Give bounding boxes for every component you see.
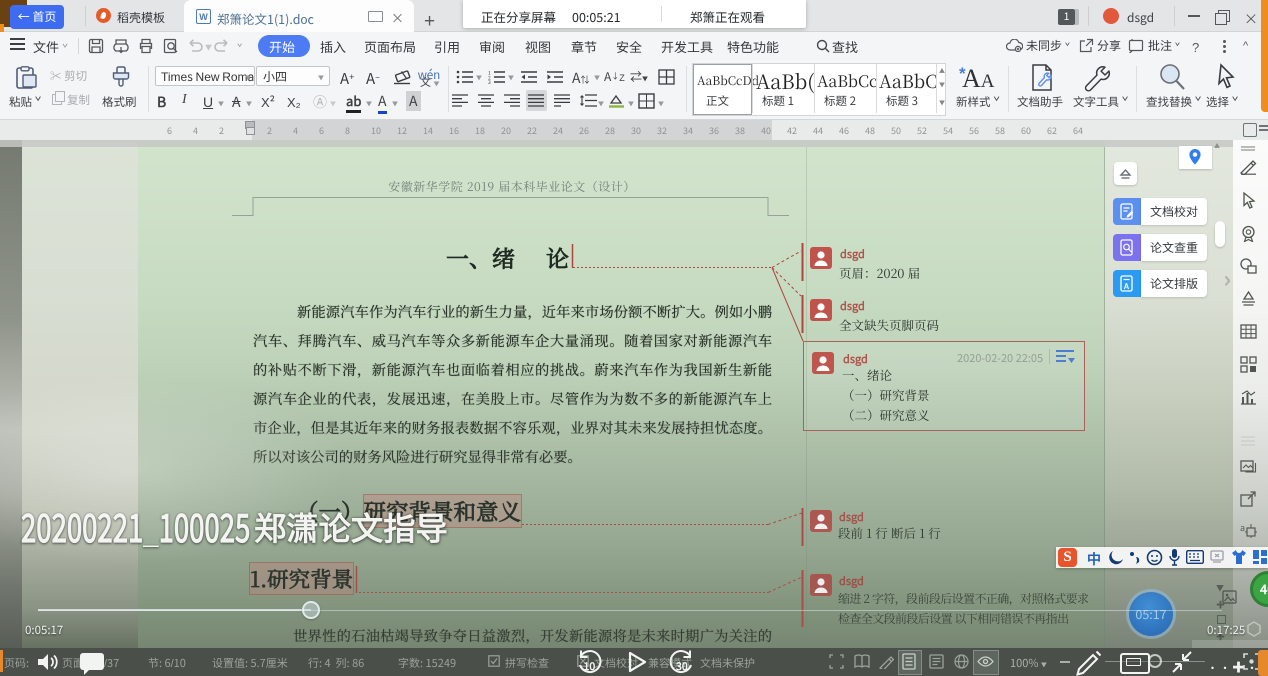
svg-text:a: a [1240, 522, 1245, 534]
svg-text:10: 10 [584, 659, 596, 674]
svg-text:30: 30 [676, 659, 688, 674]
